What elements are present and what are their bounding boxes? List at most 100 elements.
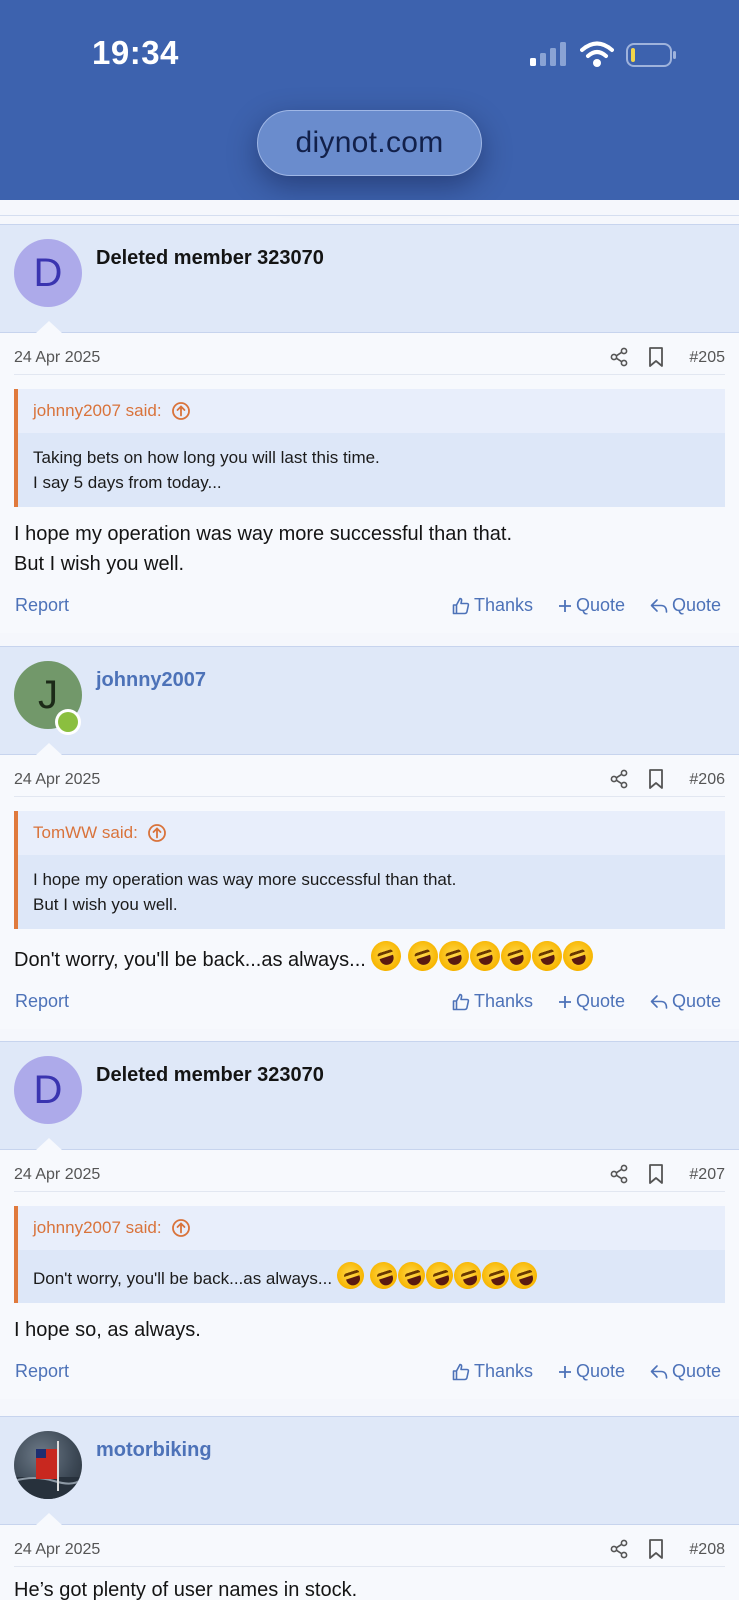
post-actions: Report Thanks Quote Quote — [0, 1345, 739, 1399]
share-icon[interactable] — [609, 769, 629, 789]
bookmark-icon[interactable] — [647, 769, 665, 789]
post-number[interactable]: #207 — [689, 1166, 725, 1184]
laughing-emoji-icon — [367, 937, 406, 975]
bookmark-icon[interactable] — [647, 1539, 665, 1559]
laughing-emoji-icon — [478, 1258, 513, 1293]
avatar[interactable]: D — [14, 1056, 82, 1124]
post-number[interactable]: #208 — [689, 1541, 725, 1559]
laughing-emoji-icon — [506, 1258, 541, 1293]
post-number[interactable]: #206 — [689, 771, 725, 789]
battery-icon — [626, 43, 676, 67]
avatar[interactable]: D — [14, 239, 82, 307]
laughing-emoji-icon — [559, 937, 597, 975]
quote-block: johnny2007 said: Don't worry, you'll be … — [14, 1206, 725, 1303]
post-meta: 24 Apr 2025 #206 — [14, 755, 725, 797]
laughing-emoji-icon — [528, 937, 566, 975]
thanks-button[interactable]: Thanks — [452, 595, 533, 616]
header-pointer — [36, 321, 62, 333]
thumbs-up-icon — [452, 1363, 470, 1380]
post-header: D Deleted member 323070 — [0, 1042, 739, 1150]
report-link[interactable]: Report — [15, 1361, 69, 1382]
quote-label: Quote — [672, 991, 722, 1011]
laughing-emoji-icon — [394, 1258, 429, 1293]
arrow-up-circle-icon[interactable] — [171, 401, 191, 421]
quote-author[interactable]: johnny2007 said: — [33, 401, 162, 421]
thumbs-up-icon — [452, 993, 470, 1010]
post-username[interactable]: motorbiking — [96, 1439, 212, 1462]
post-username[interactable]: johnny2007 — [96, 669, 206, 692]
thanks-label: Thanks — [474, 1361, 534, 1381]
quote-label: Quote — [672, 1361, 722, 1381]
post-date[interactable]: 24 Apr 2025 — [14, 1541, 100, 1559]
forum-post: J johnny2007 24 Apr 2025 #206 TomWW said… — [0, 646, 739, 1029]
quote-button[interactable]: Quote — [650, 991, 721, 1012]
arrow-up-circle-icon[interactable] — [171, 1218, 191, 1238]
thumbs-up-icon — [452, 597, 470, 614]
quote-button[interactable]: Quote — [650, 1361, 721, 1382]
forum-post: D Deleted member 323070 24 Apr 2025 #205… — [0, 224, 739, 633]
quote-line: Don't worry, you'll be back...as always.… — [33, 1258, 709, 1293]
wifi-icon — [580, 41, 614, 67]
post-body: I hope my operation was way more success… — [0, 507, 739, 579]
quote-block: johnny2007 said: Taking bets on how long… — [14, 389, 725, 507]
thanks-button[interactable]: Thanks — [452, 991, 533, 1012]
header-pointer — [36, 1513, 62, 1525]
multi-quote-label: Quote — [576, 595, 626, 615]
status-time: 19:34 — [92, 34, 179, 71]
quote-line: I say 5 days from today... — [33, 473, 222, 492]
quote-label: Quote — [672, 595, 722, 615]
header-pointer — [36, 1138, 62, 1150]
quote-header[interactable]: johnny2007 said: — [18, 389, 725, 433]
multi-quote-label: Quote — [576, 991, 626, 1011]
url-bar[interactable]: diynot.com — [257, 110, 482, 176]
arrow-up-circle-icon[interactable] — [147, 823, 167, 843]
quote-content: I hope my operation was way more success… — [18, 855, 725, 929]
post-actions: Report Thanks Quote Quote — [0, 975, 739, 1029]
quote-header[interactable]: johnny2007 said: — [18, 1206, 725, 1250]
plus-icon — [559, 1365, 571, 1378]
post-date[interactable]: 24 Apr 2025 — [14, 349, 100, 367]
body-line: He’s got plenty of user names in stock. — [14, 1579, 358, 1600]
report-link[interactable]: Report — [15, 991, 69, 1012]
laughing-emoji-icon — [435, 937, 473, 975]
url-text: diynot.com — [295, 126, 444, 159]
post-header: D Deleted member 323070 — [0, 225, 739, 333]
quote-content: Taking bets on how long you will last th… — [18, 433, 725, 507]
laughing-emoji-icon — [422, 1258, 457, 1293]
quote-line: But I wish you well. — [33, 895, 178, 914]
plus-icon — [559, 599, 571, 612]
quote-header[interactable]: TomWW said: — [18, 811, 725, 855]
browser-top-bar: 19:34 diynot.com — [0, 0, 739, 200]
quote-author[interactable]: johnny2007 said: — [33, 1218, 162, 1238]
thanks-button[interactable]: Thanks — [452, 1361, 533, 1382]
share-icon[interactable] — [609, 347, 629, 367]
multi-quote-label: Quote — [576, 1361, 626, 1381]
plus-icon — [559, 995, 571, 1008]
quote-author[interactable]: TomWW said: — [33, 823, 138, 843]
post-date[interactable]: 24 Apr 2025 — [14, 771, 100, 789]
quote-button[interactable]: Quote — [650, 595, 721, 616]
laughing-emoji-icon — [466, 937, 504, 975]
report-link[interactable]: Report — [15, 595, 69, 616]
post-meta: 24 Apr 2025 #207 — [14, 1150, 725, 1192]
bookmark-icon[interactable] — [647, 1164, 665, 1184]
share-icon[interactable] — [609, 1164, 629, 1184]
multi-quote-button[interactable]: Quote — [558, 595, 625, 616]
post-number[interactable]: #205 — [689, 349, 725, 367]
reply-icon — [650, 1364, 668, 1379]
quote-content: Don't worry, you'll be back...as always.… — [18, 1250, 725, 1303]
post-date[interactable]: 24 Apr 2025 — [14, 1166, 100, 1184]
multi-quote-button[interactable]: Quote — [558, 991, 625, 1012]
avatar[interactable] — [14, 1431, 82, 1499]
laughing-emoji-icon — [333, 1258, 368, 1293]
post-body: He’s got plenty of user names in stock. — [0, 1567, 739, 1600]
multi-quote-button[interactable]: Quote — [558, 1361, 625, 1382]
divider — [0, 200, 739, 216]
quote-block: TomWW said: I hope my operation was way … — [14, 811, 725, 929]
share-icon[interactable] — [609, 1539, 629, 1559]
post-header: J johnny2007 — [0, 647, 739, 755]
post-body: Don't worry, you'll be back...as always.… — [0, 929, 739, 975]
body-line: I hope my operation was way more success… — [14, 523, 513, 545]
quote-line: I hope my operation was way more success… — [33, 870, 457, 889]
bookmark-icon[interactable] — [647, 347, 665, 367]
